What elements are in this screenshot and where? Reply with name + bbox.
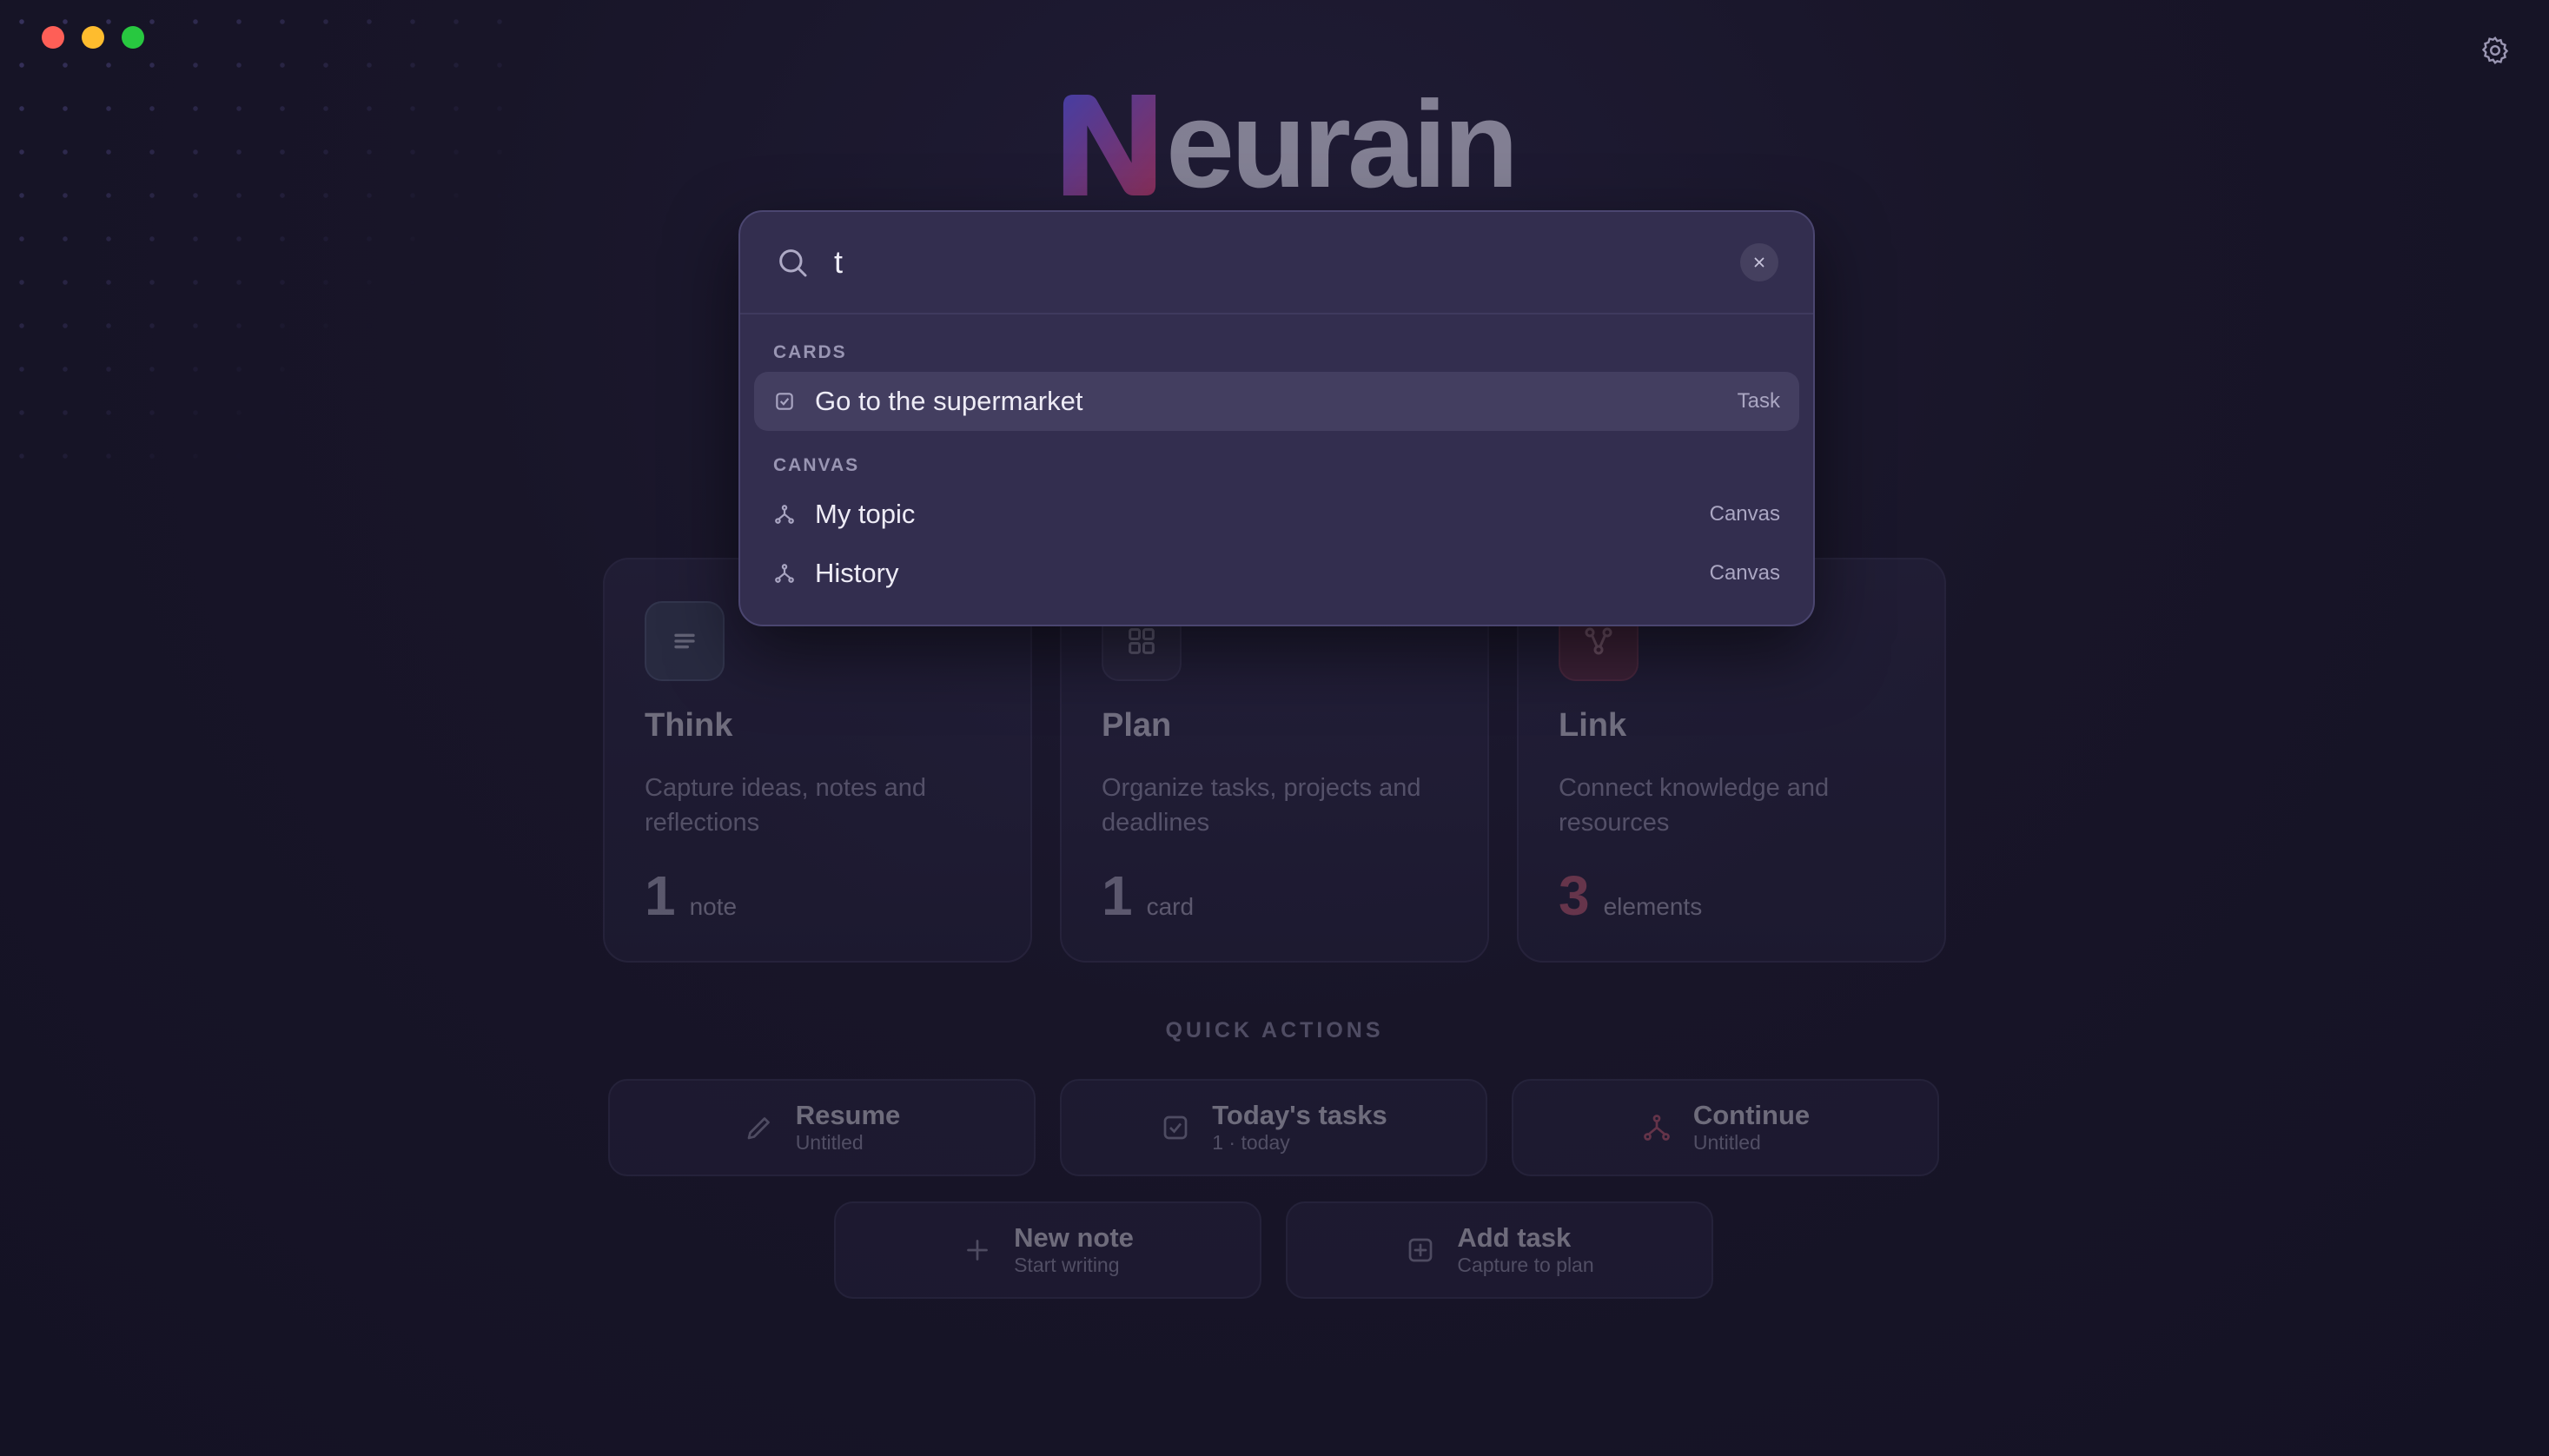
result-label: History — [815, 558, 899, 588]
card-stat: 1 note — [645, 864, 737, 928]
plus-icon — [962, 1234, 993, 1266]
result-item[interactable]: History Canvas — [754, 544, 1799, 603]
result-label: Go to the supermarket — [815, 386, 1083, 416]
pencil-icon — [744, 1112, 775, 1143]
clear-search-button[interactable] — [1740, 243, 1778, 281]
todays-tasks-label: Today's tasks — [1212, 1100, 1387, 1130]
window-controls — [42, 26, 144, 49]
new-note-sub: Start writing — [1014, 1254, 1120, 1276]
canvas-fork-icon — [773, 562, 796, 585]
search-icon — [775, 245, 810, 280]
minimize-window-button[interactable] — [82, 26, 104, 49]
card-unit: card — [1146, 893, 1195, 920]
search-popup: CARDS Go to the supermarket Task CANVAS … — [738, 210, 1815, 626]
todays-tasks-sub: 1 · today — [1212, 1131, 1290, 1154]
result-label: My topic — [815, 499, 916, 529]
card-count: 3 — [1559, 864, 1590, 927]
new-note-label: New note — [1014, 1222, 1134, 1253]
card-unit: elements — [1603, 893, 1703, 920]
close-icon — [1754, 257, 1764, 268]
resume-label: Resume — [795, 1100, 901, 1130]
search-results: CARDS Go to the supermarket Task CANVAS … — [740, 314, 1813, 603]
card-title: Think — [645, 707, 733, 744]
maximize-window-button[interactable] — [122, 26, 144, 49]
add-task-sub: Capture to plan — [1457, 1254, 1594, 1276]
card-description: Organize tasks, projects and deadlines — [1102, 774, 1421, 837]
search-input[interactable] — [834, 244, 1740, 281]
add-task-label: Add task — [1457, 1222, 1572, 1253]
result-type: Canvas — [1709, 561, 1780, 585]
section-label-cards: CARDS — [773, 342, 847, 362]
result-type: Task — [1737, 389, 1780, 413]
card-description: Connect knowledge and resources — [1559, 774, 1830, 837]
fork-icon — [1641, 1112, 1672, 1143]
dot-pattern — [0, 0, 539, 486]
logo-wordmark: eurain — [1166, 76, 1519, 214]
task-checkbox-icon — [773, 390, 796, 413]
plus-square-icon — [1405, 1234, 1436, 1266]
card-description: Capture ideas, notes and reflections — [645, 774, 927, 837]
card-unit: note — [689, 893, 738, 920]
resume-button[interactable]: Resume Untitled — [608, 1079, 1036, 1176]
search-header — [740, 212, 1813, 314]
todays-tasks-button[interactable]: Today's tasks 1 · today — [1060, 1079, 1487, 1176]
continue-sub: Untitled — [1692, 1131, 1761, 1154]
card-count: 1 — [645, 864, 676, 927]
section-label-canvas: CANVAS — [773, 455, 860, 475]
card-count: 1 — [1102, 864, 1133, 927]
continue-label: Continue — [1692, 1100, 1811, 1130]
checkbox-icon — [1160, 1112, 1191, 1143]
card-stat: 1 card — [1102, 864, 1194, 928]
close-window-button[interactable] — [42, 26, 64, 49]
canvas-fork-icon — [773, 503, 796, 526]
settings-gear-icon[interactable] — [2479, 35, 2511, 66]
result-type: Canvas — [1709, 502, 1780, 526]
result-item[interactable]: My topic Canvas — [754, 485, 1799, 544]
resume-sub: Untitled — [795, 1131, 864, 1154]
quick-actions-title: QUICK ACTIONS — [1165, 1018, 1384, 1042]
new-note-button[interactable]: New note Start writing — [834, 1201, 1261, 1299]
lines-icon — [645, 601, 725, 681]
continue-button[interactable]: Continue Untitled — [1512, 1079, 1939, 1176]
app-logo: eurain — [1058, 80, 1519, 207]
card-stat: 3 elements — [1559, 864, 1702, 928]
logo-n-mark — [1063, 94, 1156, 196]
add-task-button[interactable]: Add task Capture to plan — [1286, 1201, 1713, 1299]
result-item[interactable]: Go to the supermarket Task — [754, 372, 1799, 431]
card-title: Link — [1559, 707, 1627, 744]
card-title: Plan — [1102, 707, 1172, 744]
